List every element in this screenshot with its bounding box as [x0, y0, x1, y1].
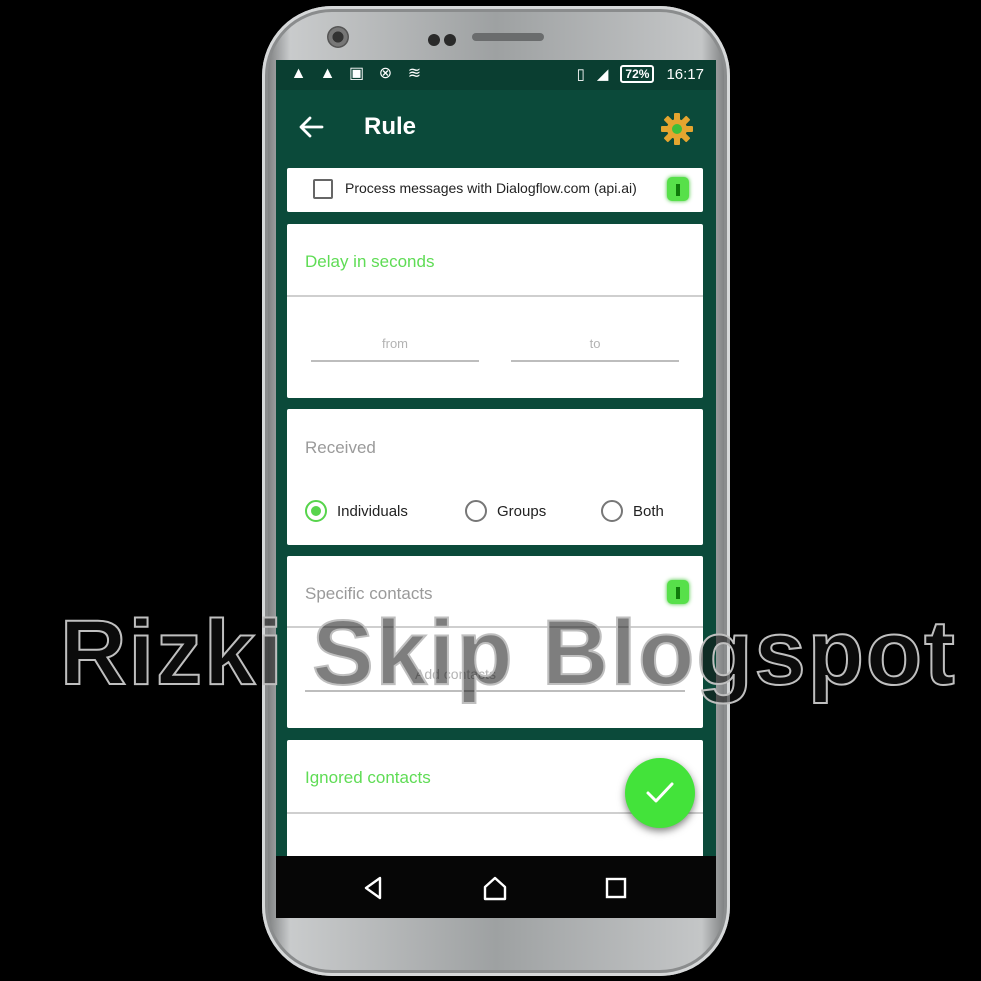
status-bar: ▲ ▲ ▣ ⊗ ≋ ▯ ◢ 72% 16:17	[276, 60, 716, 90]
delay-min-field[interactable]: from	[311, 336, 479, 362]
nav-home-icon[interactable]	[481, 874, 509, 902]
ignored-contacts-title: Ignored contacts	[305, 768, 431, 787]
warning-icon: ▲	[319, 65, 336, 82]
status-icons: ▲ ▲ ▣ ⊗ ≋	[290, 65, 423, 82]
gear-icon[interactable]	[660, 112, 694, 146]
watermark-text: Rizki Skip Blogspot	[59, 601, 957, 705]
warning-icon: ▲	[290, 65, 307, 82]
signal-icon: ≋	[407, 65, 422, 82]
info-icon[interactable]	[667, 177, 689, 201]
front-sensor	[444, 34, 456, 46]
dialogflow-label: Process messages with Dialogflow.com (ap…	[345, 180, 637, 196]
section-divider	[287, 295, 703, 297]
cell-signal-icon: ◢	[596, 66, 609, 83]
app-screen: ▲ ▲ ▣ ⊗ ≋ ▯ ◢ 72% 16:17 Rule Process mes…	[276, 60, 716, 918]
page-title: Rule	[364, 113, 417, 140]
status-right: ▯ ◢ 72% 16:17	[577, 65, 704, 83]
radio-individuals[interactable]	[305, 500, 327, 522]
front-sensor	[428, 34, 440, 46]
dialogflow-checkbox[interactable]	[313, 179, 333, 199]
radio-both[interactable]	[601, 500, 623, 522]
battery-indicator: 72%	[620, 65, 655, 83]
system-nav-bar	[276, 856, 716, 918]
radio-groups[interactable]	[465, 500, 487, 522]
save-fab-button[interactable]	[625, 758, 695, 828]
checkmark-icon	[646, 782, 674, 803]
radio-label-groups[interactable]: Groups	[497, 503, 546, 520]
received-title: Received	[305, 438, 376, 457]
app-toolbar: Rule	[276, 90, 716, 170]
delay-title: Delay in seconds	[305, 252, 435, 271]
vibrate-icon: ▯	[576, 66, 585, 83]
radio-label-individuals[interactable]: Individuals	[337, 503, 408, 520]
back-arrow-icon[interactable]	[296, 112, 326, 142]
data-saver-icon: ⊗	[378, 65, 393, 82]
front-camera	[327, 26, 349, 48]
received-card: Received Individuals Groups Both	[287, 409, 703, 545]
nav-recents-icon[interactable]	[602, 874, 630, 902]
radio-label-both[interactable]: Both	[633, 503, 664, 520]
image-icon: ▣	[348, 65, 365, 82]
delay-card: Delay in seconds from to	[287, 224, 703, 398]
earpiece-speaker	[472, 33, 544, 41]
dialogflow-card: Process messages with Dialogflow.com (ap…	[287, 168, 703, 212]
clock: 16:17	[666, 65, 704, 83]
delay-max-field[interactable]: to	[511, 336, 679, 362]
nav-back-icon[interactable]	[360, 874, 388, 902]
